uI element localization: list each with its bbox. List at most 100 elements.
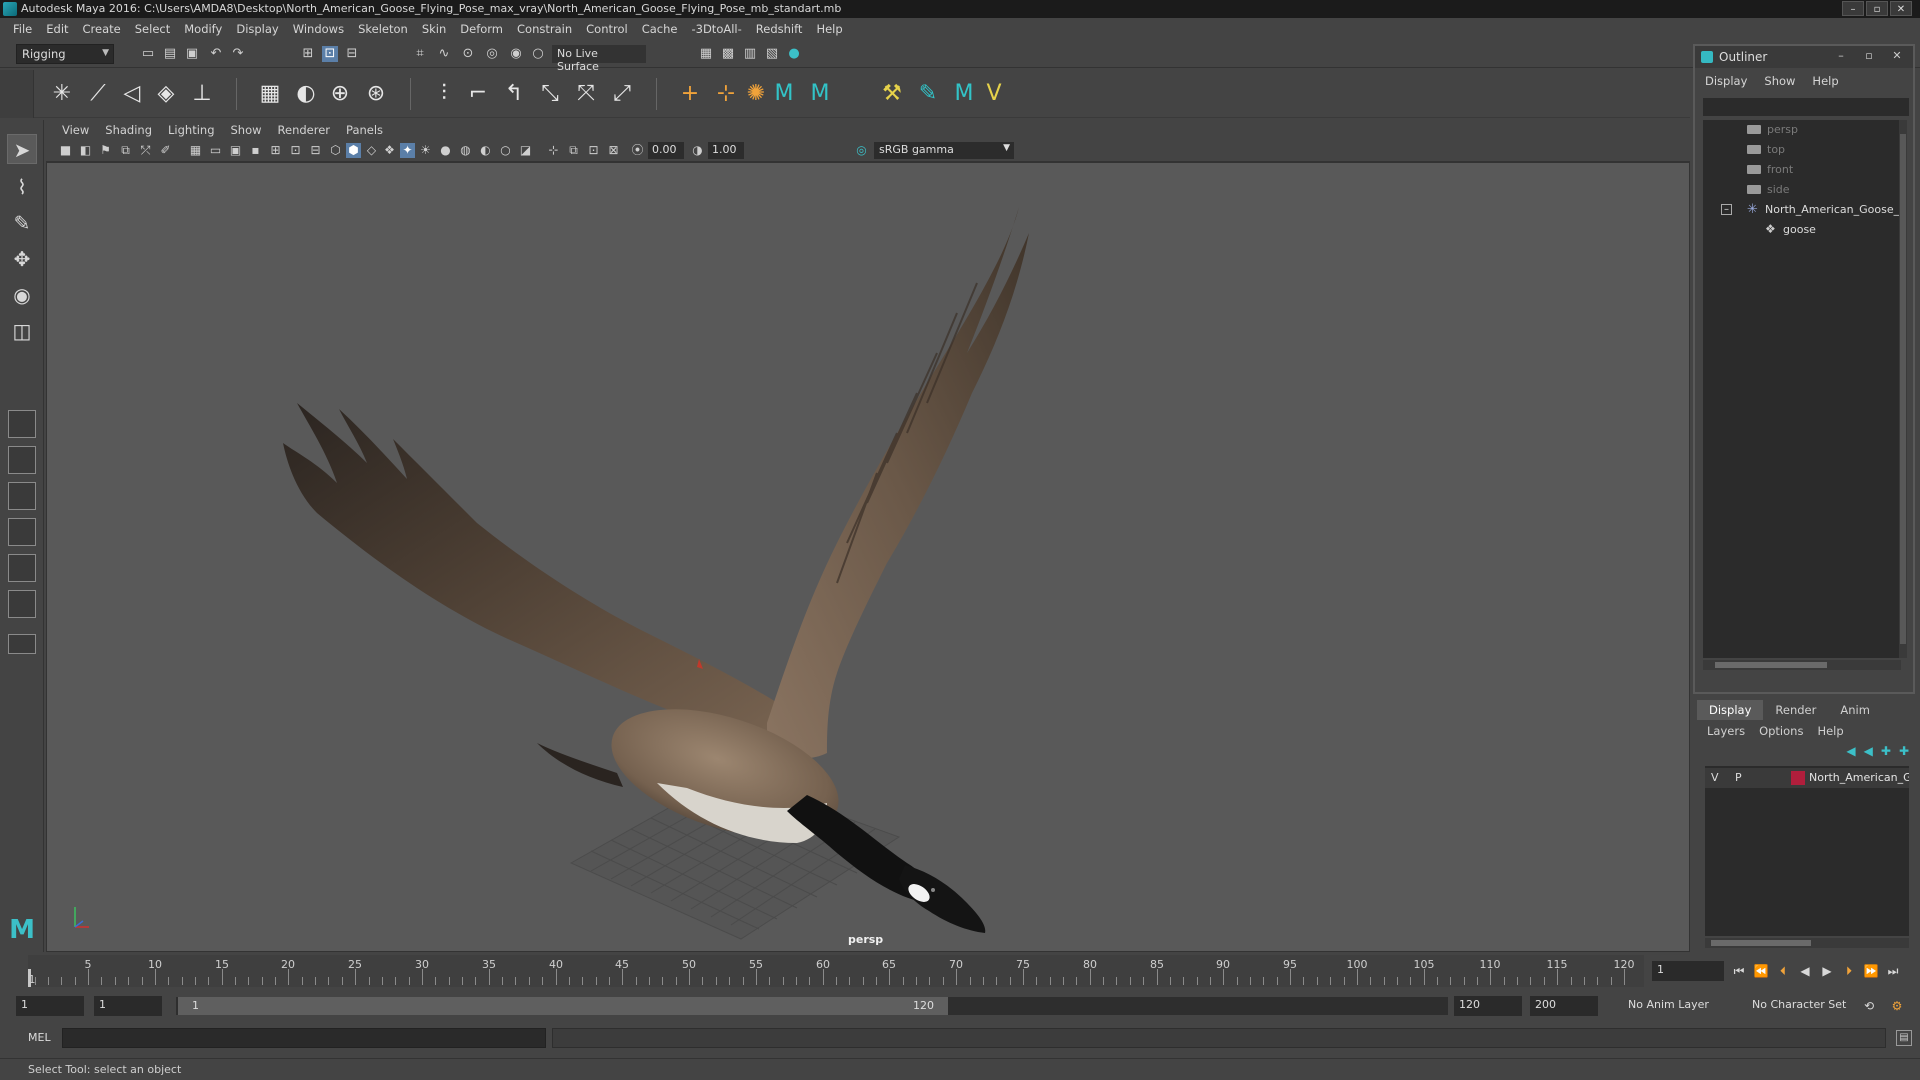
move-tool-icon[interactable]: ✥ (7, 244, 37, 274)
lasso-tool-icon[interactable]: ⌇ (7, 172, 37, 202)
move-layer-up-icon[interactable]: ◀ (1846, 744, 1855, 758)
gamma-icon[interactable]: ◑ (690, 143, 705, 158)
exposure-field[interactable]: 0.00 (648, 142, 684, 159)
outliner-item-side[interactable]: side (1703, 180, 1893, 200)
animation-end-field[interactable]: 200 (1530, 996, 1598, 1016)
menu-3dtoall[interactable]: -3DtoAll- (684, 22, 748, 36)
shelf-tab-strip[interactable] (0, 70, 34, 118)
paint-select-icon[interactable]: ✎ (7, 208, 37, 238)
four-pane-layout-icon[interactable] (8, 446, 36, 474)
outliner-menu-display[interactable]: Display (1705, 74, 1764, 92)
layer-menu-options[interactable]: Options (1759, 724, 1817, 738)
gamma-field[interactable]: 1.00 (708, 142, 744, 159)
field-chart-icon[interactable]: ⊞ (268, 143, 283, 158)
bind-skin-icon[interactable]: ▦ (256, 80, 284, 108)
new-layer-selected-icon[interactable]: ✚ (1899, 744, 1909, 758)
grid-toggle-icon[interactable]: ▦ (188, 143, 203, 158)
step-back-frame-icon[interactable]: ⏴ (1774, 963, 1792, 979)
hypershade-icon[interactable]: ● (786, 46, 802, 62)
scale-constraint-icon[interactable]: ⤡ (536, 80, 564, 108)
single-pane-layout-icon[interactable] (8, 410, 36, 438)
spark-icon[interactable]: ✺ (742, 80, 770, 108)
parent-constraint-icon[interactable]: ⤧ (572, 80, 600, 108)
xray-icon[interactable]: ◪ (518, 143, 533, 158)
safe-action-icon[interactable]: ⊡ (288, 143, 303, 158)
menu-cache[interactable]: Cache (635, 22, 685, 36)
menu-control[interactable]: Control (579, 22, 635, 36)
view-transform-dropdown[interactable]: sRGB gamma ▼ (874, 142, 1014, 159)
color-management-icon[interactable]: ◎ (854, 143, 869, 158)
snap-grid-icon[interactable]: ⌗ (412, 46, 428, 62)
outliner-list[interactable]: persp top front side – ✳ North_American_… (1703, 120, 1905, 658)
rotate-tool-icon[interactable]: ◉ (7, 280, 37, 310)
camera-select-icon[interactable]: ■ (58, 143, 73, 158)
grease-pencil-icon[interactable]: ✐ (158, 143, 173, 158)
two-pane-layout-icon[interactable] (8, 482, 36, 510)
pole-vector-icon[interactable]: ⤢ (608, 80, 636, 108)
tab-render[interactable]: Render (1763, 700, 1828, 720)
playback-end-field[interactable]: 120 (1454, 996, 1522, 1016)
persp-outliner-layout-icon[interactable] (8, 590, 36, 618)
aim-constraint-icon[interactable]: ⌐ (464, 80, 492, 108)
smooth-shade-icon[interactable]: ⬢ (346, 143, 361, 158)
move-layer-down-icon[interactable]: ◀ (1864, 744, 1873, 758)
select-object-icon[interactable]: ⊡ (322, 46, 338, 62)
cluster-handle-icon[interactable]: ⊹ (712, 80, 740, 108)
tab-anim[interactable]: Anim (1828, 700, 1882, 720)
snap-vertex-icon[interactable]: ○ (530, 46, 546, 62)
bookmark-icon[interactable]: ⚑ (98, 143, 113, 158)
use-all-lights-icon[interactable]: ✦ (400, 143, 415, 158)
redo-icon[interactable]: ↷ (230, 46, 246, 62)
outliner-item-persp[interactable]: persp (1703, 120, 1893, 140)
minimize-button[interactable]: – (1842, 1, 1864, 16)
menu-windows[interactable]: Windows (286, 22, 351, 36)
minimize-icon[interactable]: – (1833, 49, 1849, 63)
outliner-titlebar[interactable]: Outliner – ▫ ✕ (1695, 46, 1913, 68)
render-frame-icon[interactable]: ▩ (720, 46, 736, 62)
script-language-label[interactable]: MEL (28, 1031, 51, 1044)
two-d-pan-icon[interactable]: ⤱ (138, 143, 153, 158)
snap-curve-icon[interactable]: ∿ (436, 46, 452, 62)
point-constraint-icon[interactable]: ⫶ (430, 80, 458, 108)
select-component-icon[interactable]: ⊟ (344, 46, 360, 62)
menu-constrain[interactable]: Constrain (510, 22, 579, 36)
scale-tool-icon[interactable]: ◫ (7, 316, 37, 346)
screen-space-ao-icon[interactable]: ● (438, 143, 453, 158)
scrollbar-thumb[interactable] (1715, 662, 1827, 668)
menu-skeleton[interactable]: Skeleton (351, 22, 415, 36)
viewport-menu-view[interactable]: View (54, 123, 97, 137)
menu-redshift[interactable]: Redshift (749, 22, 810, 36)
current-frame-field[interactable]: 1 (1652, 961, 1724, 981)
motion-blur-icon[interactable]: ◍ (458, 143, 473, 158)
layer-name[interactable]: North_American_Goos (1809, 771, 1909, 784)
step-back-key-icon[interactable]: ⏪ (1752, 963, 1770, 979)
xray-joints-icon[interactable]: ⧉ (566, 143, 581, 158)
ik-handle-icon[interactable]: ⟋ (84, 80, 112, 108)
open-scene-icon[interactable]: ▤ (162, 46, 178, 62)
image-plane-icon[interactable]: ⧉ (118, 143, 133, 158)
undo-icon[interactable]: ↶ (208, 46, 224, 62)
anim-layer-dropdown[interactable]: No Anim Layer (1622, 996, 1742, 1016)
snap-view-plane-icon[interactable]: ◎ (484, 46, 500, 62)
lattice-icon[interactable]: ⊕ (326, 80, 354, 108)
command-input[interactable] (62, 1028, 546, 1048)
cluster-icon[interactable]: ⊛ (362, 80, 390, 108)
step-forward-frame-icon[interactable]: ⏵ (1840, 963, 1858, 979)
maximize-icon[interactable]: ▫ (1861, 49, 1877, 63)
outliner-item-top[interactable]: top (1703, 140, 1893, 160)
layer-color-swatch[interactable] (1791, 771, 1805, 785)
go-to-start-icon[interactable]: ⏮ (1730, 963, 1748, 979)
maya-tool-icon-1[interactable]: M (770, 80, 798, 108)
custom-layout-icon[interactable] (8, 634, 36, 654)
isolate-select-icon[interactable]: ⊹ (546, 143, 561, 158)
range-handle[interactable]: 1 120 (178, 997, 948, 1015)
viewport-menu-show[interactable]: Show (223, 123, 270, 137)
v-tool-icon[interactable]: V (980, 80, 1008, 108)
graph-layout-icon[interactable] (8, 554, 36, 582)
new-scene-icon[interactable]: ▭ (140, 46, 156, 62)
new-layer-icon[interactable]: ✚ (1881, 744, 1891, 758)
viewport-menu-lighting[interactable]: Lighting (160, 123, 222, 137)
layer-menu-layers[interactable]: Layers (1707, 724, 1759, 738)
menu-skin[interactable]: Skin (415, 22, 453, 36)
menu-deform[interactable]: Deform (453, 22, 510, 36)
